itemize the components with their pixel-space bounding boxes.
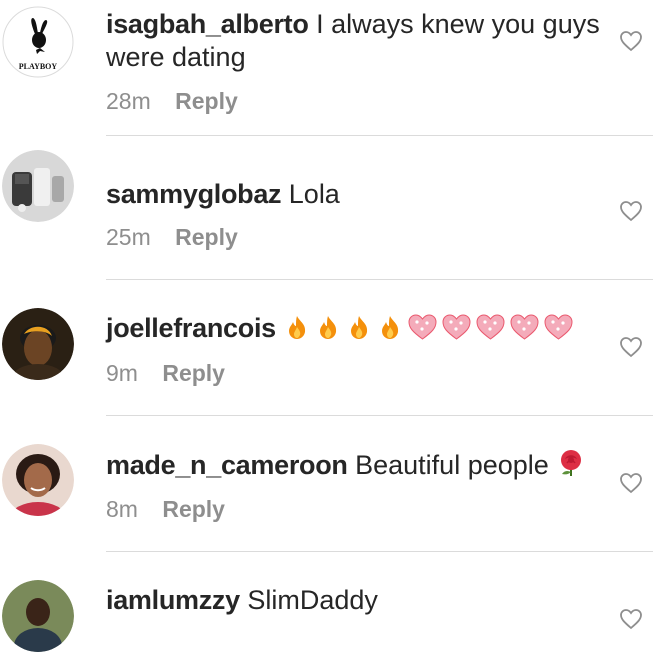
fire-emoji [351, 316, 368, 339]
avatar[interactable] [2, 580, 74, 652]
divider [106, 135, 653, 136]
comment-username[interactable]: made_n_cameroon [106, 450, 348, 480]
comment-time: 9m [106, 360, 138, 386]
sparkling-heart-emoji [544, 314, 573, 340]
heart-outline-icon[interactable] [619, 200, 643, 222]
comment-item: iamlumzzy SlimDaddy [0, 552, 653, 652]
comment-item: PLAYBOY isagbah_alberto I always knew yo… [0, 0, 653, 136]
emoji-row [556, 448, 589, 486]
comment-time: 28m [106, 88, 151, 114]
comment-body: made_n_cameroon Beautiful people [106, 448, 606, 486]
fire-emoji [382, 316, 399, 339]
sparkling-heart-emoji [408, 314, 437, 340]
reply-button[interactable]: Reply [175, 88, 238, 114]
heart-outline-icon[interactable] [619, 336, 643, 358]
comment-time: 8m [106, 496, 138, 522]
comment-username[interactable]: joellefrancois [106, 313, 276, 343]
comment-meta: 28m Reply [106, 88, 238, 115]
comment-text: Lola [288, 179, 340, 209]
avatar[interactable] [2, 444, 74, 516]
sparkling-heart-emoji [442, 314, 471, 340]
reply-button[interactable]: Reply [162, 496, 225, 522]
reply-button[interactable]: Reply [175, 224, 238, 250]
playboy-logo-text: PLAYBOY [19, 62, 58, 71]
comment-username[interactable]: iamlumzzy [106, 585, 240, 615]
comment-item: made_n_cameroon Beautiful people 8m Repl… [0, 416, 653, 552]
rose-emoji [561, 450, 582, 476]
sparkling-heart-emoji [476, 314, 505, 340]
comment-item: joellefrancois 9m Reply [0, 280, 653, 416]
emoji-row [283, 313, 577, 349]
heart-outline-icon[interactable] [619, 30, 643, 52]
comment-meta: 8m Reply [106, 496, 225, 523]
comment-body: joellefrancois [106, 312, 606, 349]
fire-emoji [320, 316, 337, 339]
comment-time: 25m [106, 224, 151, 250]
heart-outline-icon[interactable] [619, 608, 643, 630]
heart-outline-icon[interactable] [619, 472, 643, 494]
avatar[interactable] [2, 150, 74, 222]
comment-meta: 9m Reply [106, 360, 225, 387]
fire-emoji [289, 316, 306, 339]
comment-body: iamlumzzy SlimDaddy [106, 584, 606, 617]
comment-meta: 25m Reply [106, 224, 238, 251]
reply-button[interactable]: Reply [162, 360, 225, 386]
sparkling-heart-emoji [510, 314, 539, 340]
avatar[interactable]: PLAYBOY [2, 6, 74, 78]
comment-username[interactable]: sammyglobaz [106, 179, 282, 209]
comment-body: isagbah_alberto I always knew you guys w… [106, 8, 606, 74]
comment-username[interactable]: isagbah_alberto [106, 9, 309, 39]
avatar[interactable] [2, 308, 74, 380]
comment-text: Beautiful people [355, 450, 549, 480]
comment-body: sammyglobaz Lola [106, 178, 606, 211]
comment-text: SlimDaddy [247, 585, 378, 615]
comment-item: sammyglobaz Lola 25m Reply [0, 144, 653, 280]
